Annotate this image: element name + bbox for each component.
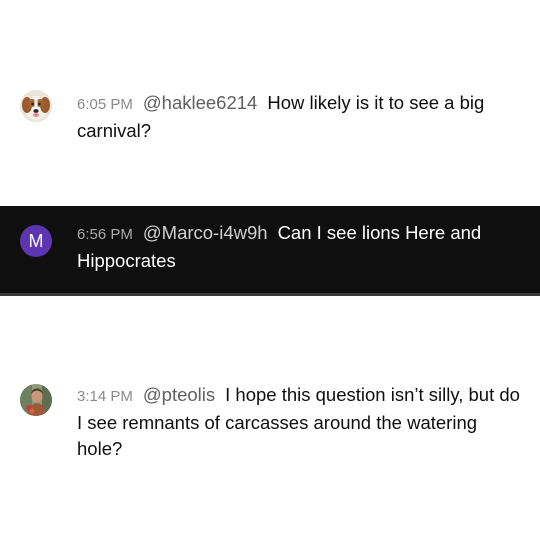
dog-avatar-icon (20, 90, 52, 122)
message-body: 6:05 PM @haklee6214 How likely is it to se… (77, 90, 526, 144)
chat-message: 6:05 PM @haklee6214 How likely is it to se… (0, 86, 540, 146)
person-avatar-icon (20, 384, 52, 416)
message-text: Can I see lions Here and Hippocrates (77, 222, 482, 271)
message-body: 6:56 PM @Marco-i4w9h Can I see lions Here … (77, 220, 526, 274)
avatar[interactable] (20, 384, 52, 416)
chat-message-highlighted: M 6:56 PM @Marco-i4w9h Can I see lions Her… (0, 206, 540, 296)
message-text: How likely is it to see a big carnival? (77, 92, 485, 141)
timestamp: 3:14 PM (77, 388, 133, 405)
chat-message: 3:14 PM @pteolis I hope this question isn’… (0, 378, 540, 468)
timestamp: 6:05 PM (77, 96, 133, 113)
message-body: 3:14 PM @pteolis I hope this question isn’… (77, 382, 526, 462)
author-name[interactable]: @Marco-i4w9h (143, 222, 268, 243)
author-name[interactable]: @pteolis (143, 384, 215, 405)
avatar[interactable] (20, 90, 52, 122)
chat-feed: 6:05 PM @haklee6214 How likely is it to se… (0, 0, 540, 540)
author-name[interactable]: @haklee6214 (143, 92, 257, 113)
avatar[interactable]: M (20, 225, 52, 257)
timestamp: 6:56 PM (77, 226, 133, 243)
